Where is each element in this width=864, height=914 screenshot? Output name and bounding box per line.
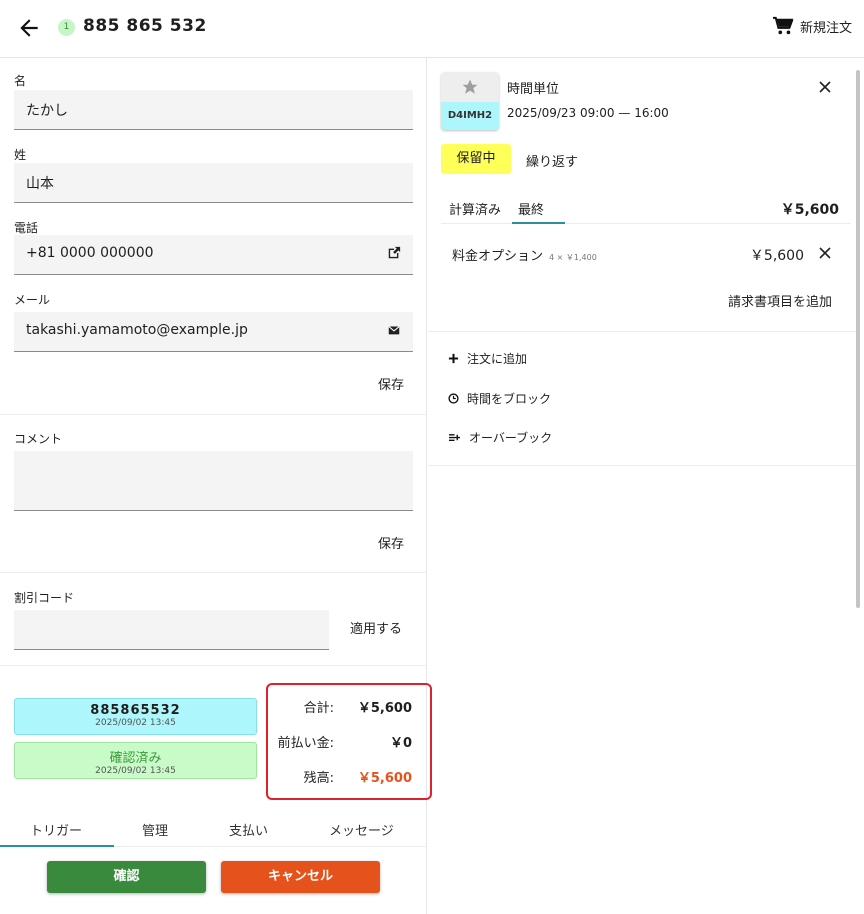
tab-manage[interactable]: 管理 [142,820,168,839]
prepaid-label: 前払い金: [277,736,334,751]
block-time-action[interactable]: 時間をブロック [448,390,551,407]
line-item-price: ￥5,600 [749,248,804,264]
total-label: 合計: [303,701,334,716]
cancel-button[interactable]: キャンセル [221,861,380,893]
service-thumbnail[interactable]: D4IMH2 [441,72,499,130]
balance-value: ￥5,600 [357,771,412,786]
order-id-badge: 885865532 2025/09/02 13:45 [14,698,257,735]
booking-panel: D4IMH2 時間単位 2025/09/23 09:00 — 16:00 保留中… [428,58,864,914]
email-field[interactable]: takashi.yamamoto@example.jp [14,312,413,352]
repeat-button[interactable]: 繰り返す [526,151,578,170]
tab-calculated[interactable]: 計算済み [449,199,501,218]
divider [0,572,427,573]
first-name-field[interactable]: たかし [14,90,413,130]
star-icon [462,79,478,94]
discount-label: 割引コード [14,591,75,605]
divider [428,331,856,332]
tab-payments[interactable]: 支払い [229,820,268,839]
order-id-value: 885865532 [90,703,181,718]
email-label: メール [14,293,51,307]
booking-code: D4IMH2 [441,102,499,130]
block-time-label: 時間をブロック [467,392,552,406]
order-id-timestamp: 2025/09/02 13:45 [95,718,176,728]
bottom-tabs: トリガー 管理 支払い メッセージ [0,815,427,847]
tab-messages[interactable]: メッセージ [329,820,394,839]
overbook-label: オーバーブック [469,431,553,445]
booking-time-range: 2025/09/23 09:00 — 16:00 [507,106,669,120]
save-contact-button[interactable]: 保存 [378,374,404,393]
first-name-label: 名 [14,74,27,88]
remove-line-item-icon[interactable] [818,246,832,260]
active-tab-indicator [512,222,565,224]
last-name-label: 姓 [14,148,27,162]
prepaid-value: ￥0 [389,736,412,751]
tab-final[interactable]: 最終 [518,199,544,218]
plus-icon [448,353,459,364]
confirm-button[interactable]: 確認 [47,861,206,893]
add-to-order-label: 注文に追加 [467,352,528,366]
confirmed-timestamp: 2025/09/02 13:45 [95,766,176,776]
apply-discount-button[interactable]: 適用する [350,618,402,637]
back-arrow-icon[interactable] [16,15,42,41]
comment-textarea[interactable] [14,451,413,511]
phone-label: 電話 [14,221,39,235]
totals-summary: 合計: ￥5,600 前払い金: ￥0 残高: ￥5,600 [266,683,432,800]
service-name: 時間単位 [507,82,560,97]
tab-triggers[interactable]: トリガー [30,820,82,839]
balance-label: 残高: [303,771,334,786]
new-order-button[interactable]: 新規注文 [772,16,852,36]
discount-code-input[interactable] [14,610,329,650]
overbook-action[interactable]: オーバーブック [448,429,552,446]
scrollbar[interactable] [856,70,860,608]
first-name-value: たかし [26,103,68,119]
add-to-order-action[interactable]: 注文に追加 [448,350,527,367]
phone-value: +81 0000 000000 [26,245,154,261]
count-badge: 1 [58,19,75,36]
close-icon[interactable] [818,80,832,94]
divider [0,414,427,415]
confirmed-label: 確認済み [109,751,162,766]
external-link-icon[interactable] [387,246,401,260]
total-value: ￥5,600 [357,701,412,716]
email-value: takashi.yamamoto@example.jp [26,322,248,338]
cart-icon [772,16,794,35]
add-invoice-item-button[interactable]: 請求書項目を追加 [728,291,832,310]
booking-total: ￥5,600 [780,202,839,218]
top-bar: 1 885 865 532 新規注文 [0,0,864,58]
list-add-icon [449,434,460,441]
line-item-label: 料金オプション [452,249,544,264]
page-title: 885 865 532 [83,16,207,36]
divider [428,465,856,466]
customer-panel: 名 たかし 姓 山本 電話 +81 0000 000000 メール takash… [0,58,432,914]
new-order-label: 新規注文 [799,20,852,36]
line-item-detail: 4 × ￥1,400 [549,253,597,262]
save-comment-button[interactable]: 保存 [378,533,404,552]
mail-icon[interactable] [387,323,401,337]
phone-field[interactable]: +81 0000 000000 [14,235,413,275]
active-tab-indicator [0,845,114,847]
line-item: 料金オプション 4 × ￥1,400 [452,245,597,264]
divider [0,665,427,666]
last-name-value: 山本 [26,176,54,192]
confirmed-status-badge: 確認済み 2025/09/02 13:45 [14,742,257,779]
hold-status-button[interactable]: 保留中 [441,144,511,174]
clock-icon [448,393,459,404]
comment-label: コメント [14,432,63,446]
last-name-field[interactable]: 山本 [14,163,413,203]
